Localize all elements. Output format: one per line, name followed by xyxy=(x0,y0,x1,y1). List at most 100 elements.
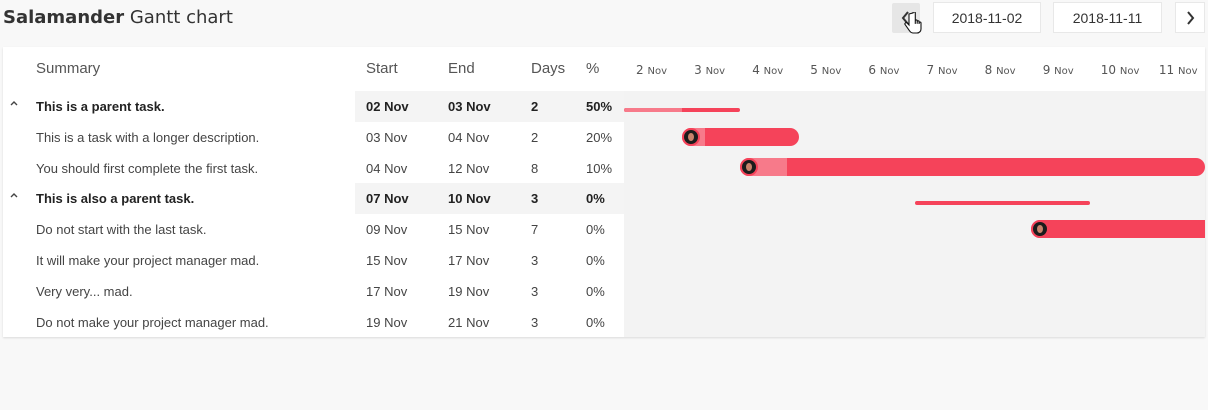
timeline-day-label: 6 Nov xyxy=(868,63,899,77)
task-percent: 0% xyxy=(586,222,605,238)
day-number: 3 xyxy=(694,63,702,77)
timeline-day-label: 9 Nov xyxy=(1043,63,1074,77)
hand-cursor-icon xyxy=(904,12,922,34)
task-summary: This is a parent task. xyxy=(36,99,165,114)
app-subtitle: Gantt chart xyxy=(129,7,233,28)
task-start: 17 Nov xyxy=(366,283,408,299)
task-bar[interactable] xyxy=(682,128,799,146)
task-days: 2 xyxy=(531,99,539,114)
task-percent: 10% xyxy=(586,160,613,176)
day-month: Nov xyxy=(1178,66,1198,77)
task-percent: 0% xyxy=(586,191,605,207)
timeline-day-label: 8 Nov xyxy=(985,63,1016,77)
task-days: 3 xyxy=(531,191,539,207)
task-end: 19 Nov xyxy=(448,283,490,299)
timeline-header: 2 Nov 3 Nov 4 Nov 5 Nov 6 Nov 7 Nov 8 Nov 9 Nov… xyxy=(624,47,1205,91)
day-month: Nov xyxy=(647,66,667,77)
timeline-day-label: 11 Nov xyxy=(1159,63,1198,77)
timeline-chart: 2 Nov 3 Nov 4 Nov 5 Nov 6 Nov 7 Nov 8 Nov 9 Nov… xyxy=(624,47,1205,337)
next-period-button[interactable] xyxy=(1175,2,1205,33)
task-start: 03 Nov xyxy=(366,129,408,145)
timeline-day-label: 4 Nov xyxy=(752,63,783,77)
task-row[interactable]: Do not make your project manager mad. 19 … xyxy=(3,307,624,338)
gantt-chart: Summary Start End Days % This is a paren… xyxy=(3,47,1205,337)
task-summary: Do not make your project manager mad. xyxy=(36,314,269,330)
task-days: 3 xyxy=(531,253,539,268)
timeline-day-label: 5 Nov xyxy=(810,63,841,77)
percent-column-header: % xyxy=(586,60,600,77)
day-number: 9 xyxy=(1042,63,1051,77)
timeline-day-label: 2 Nov xyxy=(636,63,667,77)
day-month: Nov xyxy=(705,66,726,77)
day-month: Nov xyxy=(763,66,784,77)
day-number: 8 xyxy=(984,63,993,77)
start-column-header: Start xyxy=(366,60,398,77)
avatar xyxy=(740,158,758,176)
task-end: 03 Nov xyxy=(448,99,491,114)
task-end: 17 Nov xyxy=(448,253,490,268)
task-summary: You should first complete the first task… xyxy=(36,160,259,176)
task-bar[interactable] xyxy=(1031,220,1205,238)
table-header: Summary Start End Days % xyxy=(3,47,624,91)
day-number: 10 xyxy=(1100,63,1117,77)
task-start: 02 Nov xyxy=(366,99,409,114)
task-start: 19 Nov xyxy=(366,314,408,330)
day-number: 7 xyxy=(926,63,935,77)
parent-task-progress xyxy=(624,108,682,112)
task-summary: It will make your project manager mad. xyxy=(36,253,260,268)
day-number: 2 xyxy=(636,63,644,77)
task-percent: 0% xyxy=(586,283,605,299)
task-days: 3 xyxy=(531,314,539,330)
collapse-caret-icon[interactable] xyxy=(9,98,19,108)
task-start: 04 Nov xyxy=(366,160,408,176)
timeline-day-label: 3 Nov xyxy=(694,63,725,77)
app-name: Salamander xyxy=(3,7,125,28)
parent-task-row[interactable]: This is a parent task. 02 Nov 03 Nov 2 50% xyxy=(3,91,624,122)
timeline-day-label: 10 Nov xyxy=(1101,63,1140,77)
task-days: 3 xyxy=(531,283,539,299)
task-end: 10 Nov xyxy=(448,191,491,207)
task-summary: This is a task with a longer description… xyxy=(36,129,260,145)
day-month: Nov xyxy=(1119,66,1140,77)
task-row[interactable]: This is a task with a longer description… xyxy=(3,122,624,153)
timeline-day-label: 7 Nov xyxy=(927,63,958,77)
day-month: Nov xyxy=(821,66,842,77)
parent-task-bar[interactable] xyxy=(624,108,740,112)
task-percent: 20% xyxy=(586,129,613,145)
day-number: 4 xyxy=(752,63,760,77)
task-days: 2 xyxy=(531,129,539,145)
page-title: Salamander Gantt chart xyxy=(3,7,233,28)
task-start: 09 Nov xyxy=(366,222,408,238)
day-month: Nov xyxy=(996,66,1016,77)
task-summary: This is also a parent task. xyxy=(36,191,195,207)
end-date-field[interactable]: 2018-11-11 xyxy=(1053,2,1162,33)
header: Salamander Gantt chart 2018-11-02 2018-1… xyxy=(0,0,1208,40)
day-number: 6 xyxy=(868,63,877,77)
day-month: Nov xyxy=(1054,66,1074,77)
task-end: 15 Nov xyxy=(448,222,490,238)
parent-task-row[interactable]: This is also a parent task. 07 Nov 10 Nov 3… xyxy=(3,183,624,215)
task-table: Summary Start End Days % This is a paren… xyxy=(3,47,624,337)
timeline-body xyxy=(624,91,1205,337)
task-bar[interactable] xyxy=(740,158,1205,176)
task-row[interactable]: It will make your project manager mad. 15… xyxy=(3,245,624,276)
task-row[interactable]: You should first complete the first task… xyxy=(3,153,624,184)
task-percent: 50% xyxy=(586,99,613,114)
parent-task-bar[interactable] xyxy=(915,201,1090,205)
end-column-header: End xyxy=(448,60,475,77)
day-month: Nov xyxy=(879,66,900,77)
task-end: 12 Nov xyxy=(448,160,490,176)
summary-column-header: Summary xyxy=(36,60,101,77)
task-row[interactable]: Do not start with the last task. 09 Nov 15… xyxy=(3,214,624,245)
chevron-right-icon xyxy=(1187,10,1195,25)
task-summary: Do not start with the last task. xyxy=(36,222,207,238)
task-row[interactable]: Very very... mad. 17 Nov 19 Nov 3 0% xyxy=(3,276,624,307)
start-date-field[interactable]: 2018-11-02 xyxy=(933,2,1041,33)
task-days: 7 xyxy=(531,222,539,238)
task-end: 21 Nov xyxy=(448,314,490,330)
task-end: 04 Nov xyxy=(448,129,490,145)
avatar xyxy=(682,128,700,146)
days-column-header: Days xyxy=(531,60,566,77)
collapse-caret-icon[interactable] xyxy=(9,190,19,200)
task-summary: Very very... mad. xyxy=(36,283,133,299)
